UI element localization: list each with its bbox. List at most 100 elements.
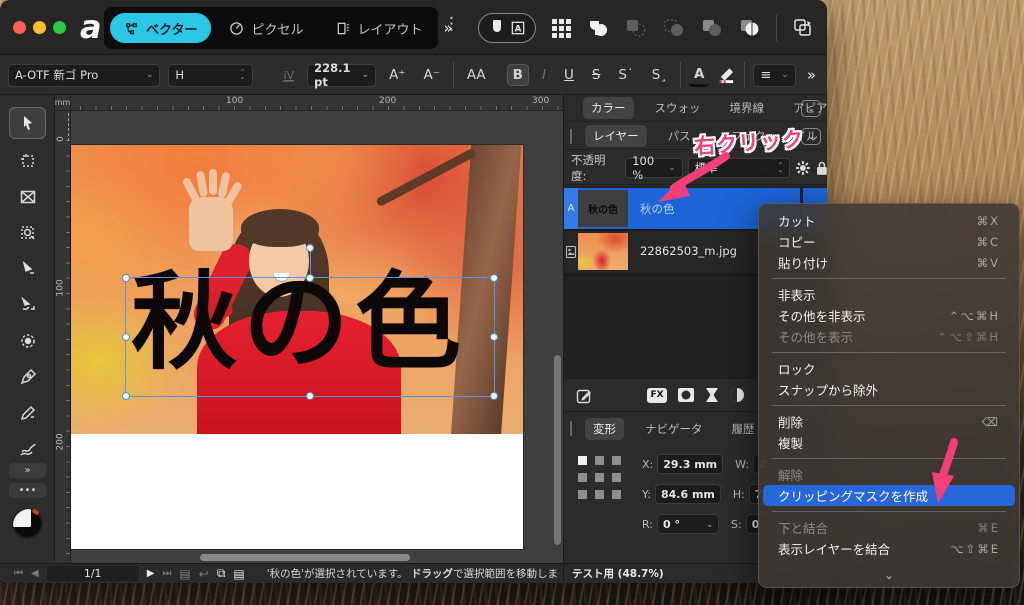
list-view-button[interactable]: ▤ [233, 567, 244, 581]
fontbar-overflow-button[interactable]: » [804, 66, 819, 84]
boolean-divide-button[interactable] [738, 17, 762, 39]
selection-handle[interactable] [306, 274, 314, 282]
arrange-button[interactable] [791, 17, 815, 39]
horizontal-scrollbar[interactable] [200, 554, 410, 561]
paragraph-align-select[interactable]: ≡ ⌄ [753, 64, 795, 87]
layer-effects-button[interactable]: FX [647, 388, 667, 403]
menu-item-lock[interactable]: ロック [763, 358, 1015, 379]
ruler-unit-corner[interactable]: mm [55, 95, 71, 111]
sync-button[interactable]: ↩ [199, 567, 209, 581]
grid-toggle-button[interactable] [550, 17, 572, 39]
menu-item-copy[interactable]: コピー⌘C [763, 231, 1015, 252]
typography-button[interactable]: AA [462, 65, 491, 85]
artboard-tool[interactable] [9, 145, 46, 177]
selection-handle[interactable] [306, 392, 314, 400]
fill-stroke-color-selector[interactable] [12, 508, 43, 539]
live-filter-button[interactable] [729, 387, 745, 403]
selection-handle[interactable] [122, 392, 130, 400]
r-field[interactable]: 0 °⌄ [657, 514, 719, 534]
node-tool[interactable] [9, 253, 46, 285]
corner-tool[interactable] [9, 289, 46, 321]
pages-view-button[interactable]: ▤ [179, 567, 190, 581]
x-field[interactable]: 29.3 mm [657, 454, 723, 474]
selection-handle[interactable] [122, 274, 130, 282]
duplicate-view-button[interactable]: ⧉ [217, 566, 226, 581]
pencil-tool[interactable] [9, 397, 46, 429]
tab-swatches[interactable]: スウォッ [647, 97, 709, 119]
tab-stroke[interactable]: 境界線 [722, 97, 773, 119]
highlight-pen-button[interactable] [717, 65, 736, 85]
pen-tool[interactable] [9, 361, 46, 393]
prev-page-button[interactable]: ◀ [31, 568, 39, 579]
decrease-size-button[interactable]: A⁻ [418, 65, 444, 85]
zoom-window-button[interactable] [53, 21, 66, 34]
font-style-select[interactable]: H ⌃⌄ [168, 64, 252, 87]
font-size-field[interactable]: 228.1 pt ⌄ [307, 64, 376, 87]
toolbar-menu-button[interactable]: ⋮ [443, 14, 460, 34]
persona-tab-vector[interactable]: ベクター [110, 13, 211, 43]
selection-handle[interactable] [490, 392, 498, 400]
tab-history[interactable]: 履歴 [724, 418, 763, 440]
menu-item-hide-others[interactable]: その他を非表示⌃⌥⌘H [763, 305, 1015, 326]
boolean-xor-button[interactable] [700, 17, 724, 39]
gear-icon[interactable] [795, 160, 811, 176]
marquee-tool[interactable] [9, 217, 46, 249]
menu-item-merge-visible[interactable]: 表示レイヤーを結合⌥⇧⌘E [763, 538, 1015, 559]
collapse-panel-button[interactable]: ⌄ [801, 100, 821, 117]
selection-brush-tool[interactable] [9, 325, 46, 357]
vertical-ruler: 0 100 200 [55, 111, 71, 563]
last-page-button[interactable]: ⏭ [162, 568, 171, 579]
boolean-intersect-button[interactable] [662, 17, 686, 39]
canvas-viewport[interactable]: mm 100 200 300 0 100 200 [55, 95, 563, 563]
edit-all-layers-icon[interactable] [576, 387, 593, 404]
selection-handle[interactable] [490, 333, 498, 341]
persona-tab-layout[interactable]: レイアウト [322, 13, 437, 43]
tab-transform[interactable]: 変形 [585, 418, 624, 440]
anchor-point-selector[interactable] [578, 456, 624, 502]
menu-scroll-indicator[interactable]: ⌄ [758, 569, 1020, 582]
font-family-select[interactable]: A-OTF 新ゴ Pro ⌄ [8, 64, 160, 87]
tab-color[interactable]: カラー [583, 97, 634, 119]
document-page[interactable]: 秋の色 [71, 145, 523, 549]
persona-tab-pixel[interactable]: ピクセル [215, 13, 317, 43]
font-color-button[interactable]: A [689, 64, 709, 87]
tab-layers[interactable]: レイヤー [585, 125, 647, 147]
minimize-window-button[interactable] [33, 21, 46, 34]
superscript-button[interactable]: S˙ [613, 65, 638, 85]
subscript-button[interactable]: S¸ [647, 65, 672, 85]
glyph-browser-toggle[interactable]: A [478, 13, 536, 43]
stepper-icon: ⌃⌄ [772, 163, 784, 173]
first-page-button[interactable]: ⏮ [14, 568, 23, 579]
selection-handle[interactable] [490, 274, 498, 282]
lock-icon[interactable] [816, 161, 827, 176]
underline-button[interactable]: U [559, 65, 579, 85]
page-indicator[interactable]: 1/1 [47, 566, 139, 581]
move-tool[interactable] [9, 107, 46, 139]
boolean-subtract-button[interactable] [624, 17, 648, 39]
menu-item-paste[interactable]: 貼り付け⌘V [763, 252, 1015, 273]
strikethrough-button[interactable]: S [587, 65, 606, 85]
menu-item-cut[interactable]: カット⌘X [763, 210, 1015, 231]
menu-item-exclude-from-snapping[interactable]: スナップから除外 [763, 379, 1015, 400]
tools-expand-button[interactable]: » [9, 463, 46, 478]
rotation-handle[interactable] [306, 244, 314, 252]
next-page-button[interactable]: ▶ [147, 568, 155, 579]
menu-item-delete[interactable]: 削除⌫ [763, 411, 1015, 432]
frame-tool[interactable] [9, 181, 46, 213]
italic-button[interactable]: I [537, 65, 551, 85]
bold-button[interactable]: B [507, 64, 529, 86]
vector-brush-tool[interactable] [9, 433, 46, 465]
mask-layer-button[interactable] [677, 387, 695, 403]
vertical-type-button[interactable]: i̲V̲ [279, 65, 300, 85]
close-window-button[interactable] [13, 21, 26, 34]
menu-item-hide[interactable]: 非表示 [763, 284, 1015, 305]
increase-size-button[interactable]: A⁺ [384, 65, 410, 85]
selection-handle[interactable] [122, 333, 130, 341]
tab-navigator[interactable]: ナビゲータ [637, 418, 711, 440]
adjustment-layer-button[interactable] [705, 387, 719, 403]
vertical-scrollbar[interactable] [554, 355, 561, 545]
tools-more-button[interactable]: ••• [9, 483, 46, 498]
boolean-add-button[interactable] [586, 17, 610, 39]
y-field[interactable]: 84.6 mm [655, 484, 721, 504]
s-label: S: [731, 518, 742, 531]
